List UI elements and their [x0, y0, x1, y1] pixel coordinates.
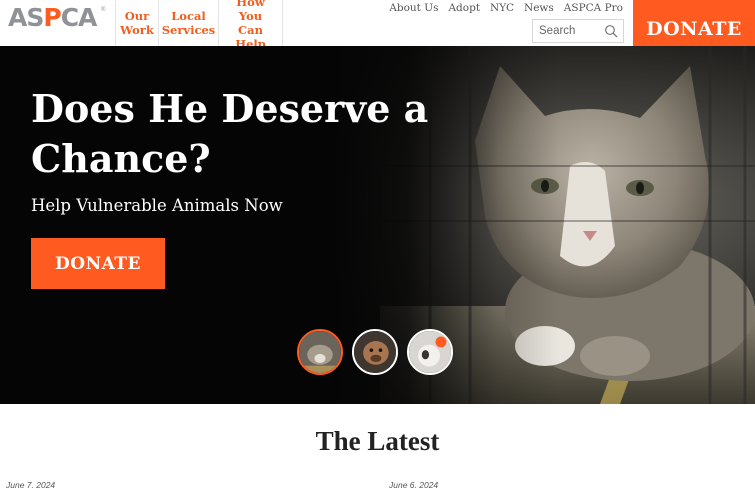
puppy-thumbnail[interactable] — [407, 329, 453, 375]
aspca-logo[interactable]: ASPCA ® — [8, 5, 105, 31]
nav-local-services[interactable]: Local Services — [158, 0, 218, 46]
article-date: June 7, 2024 — [6, 480, 56, 488]
search-placeholder: Search — [539, 25, 576, 37]
utility-link-nyc[interactable]: NYC — [490, 2, 514, 14]
utility-nav: About Us Adopt NYC News ASPCA Pro — [389, 2, 623, 14]
hero-banner: Does He Deserve a Chance? Help Vulnerabl… — [0, 46, 755, 404]
dog-thumbnail[interactable] — [352, 329, 398, 375]
cat-thumbnail[interactable] — [297, 329, 343, 375]
utility-link-about-us[interactable]: About Us — [389, 2, 438, 14]
search-input[interactable]: Search — [532, 19, 624, 43]
hero-carousel-thumbnails — [297, 329, 453, 375]
nav-how-you-can-help[interactable]: How You Can Help — [218, 0, 283, 51]
utility-link-aspca-pro[interactable]: ASPCA Pro — [564, 2, 623, 14]
nav-our-work[interactable]: Our Work — [115, 0, 158, 46]
article-date: June 6, 2024 — [389, 480, 439, 488]
magnifier-icon[interactable] — [604, 24, 618, 38]
hero-donate-button[interactable]: DONATE — [31, 238, 165, 289]
hero-subtitle: Help Vulnerable Animals Now — [31, 196, 283, 215]
main-nav: Our Work Local Services How You Can Help — [115, 0, 283, 51]
utility-link-adopt[interactable]: Adopt — [448, 2, 480, 14]
utility-link-news[interactable]: News — [524, 2, 554, 14]
hero-title: Does He Deserve a Chance? — [31, 86, 429, 181]
latest-section-title: The Latest — [315, 426, 440, 456]
